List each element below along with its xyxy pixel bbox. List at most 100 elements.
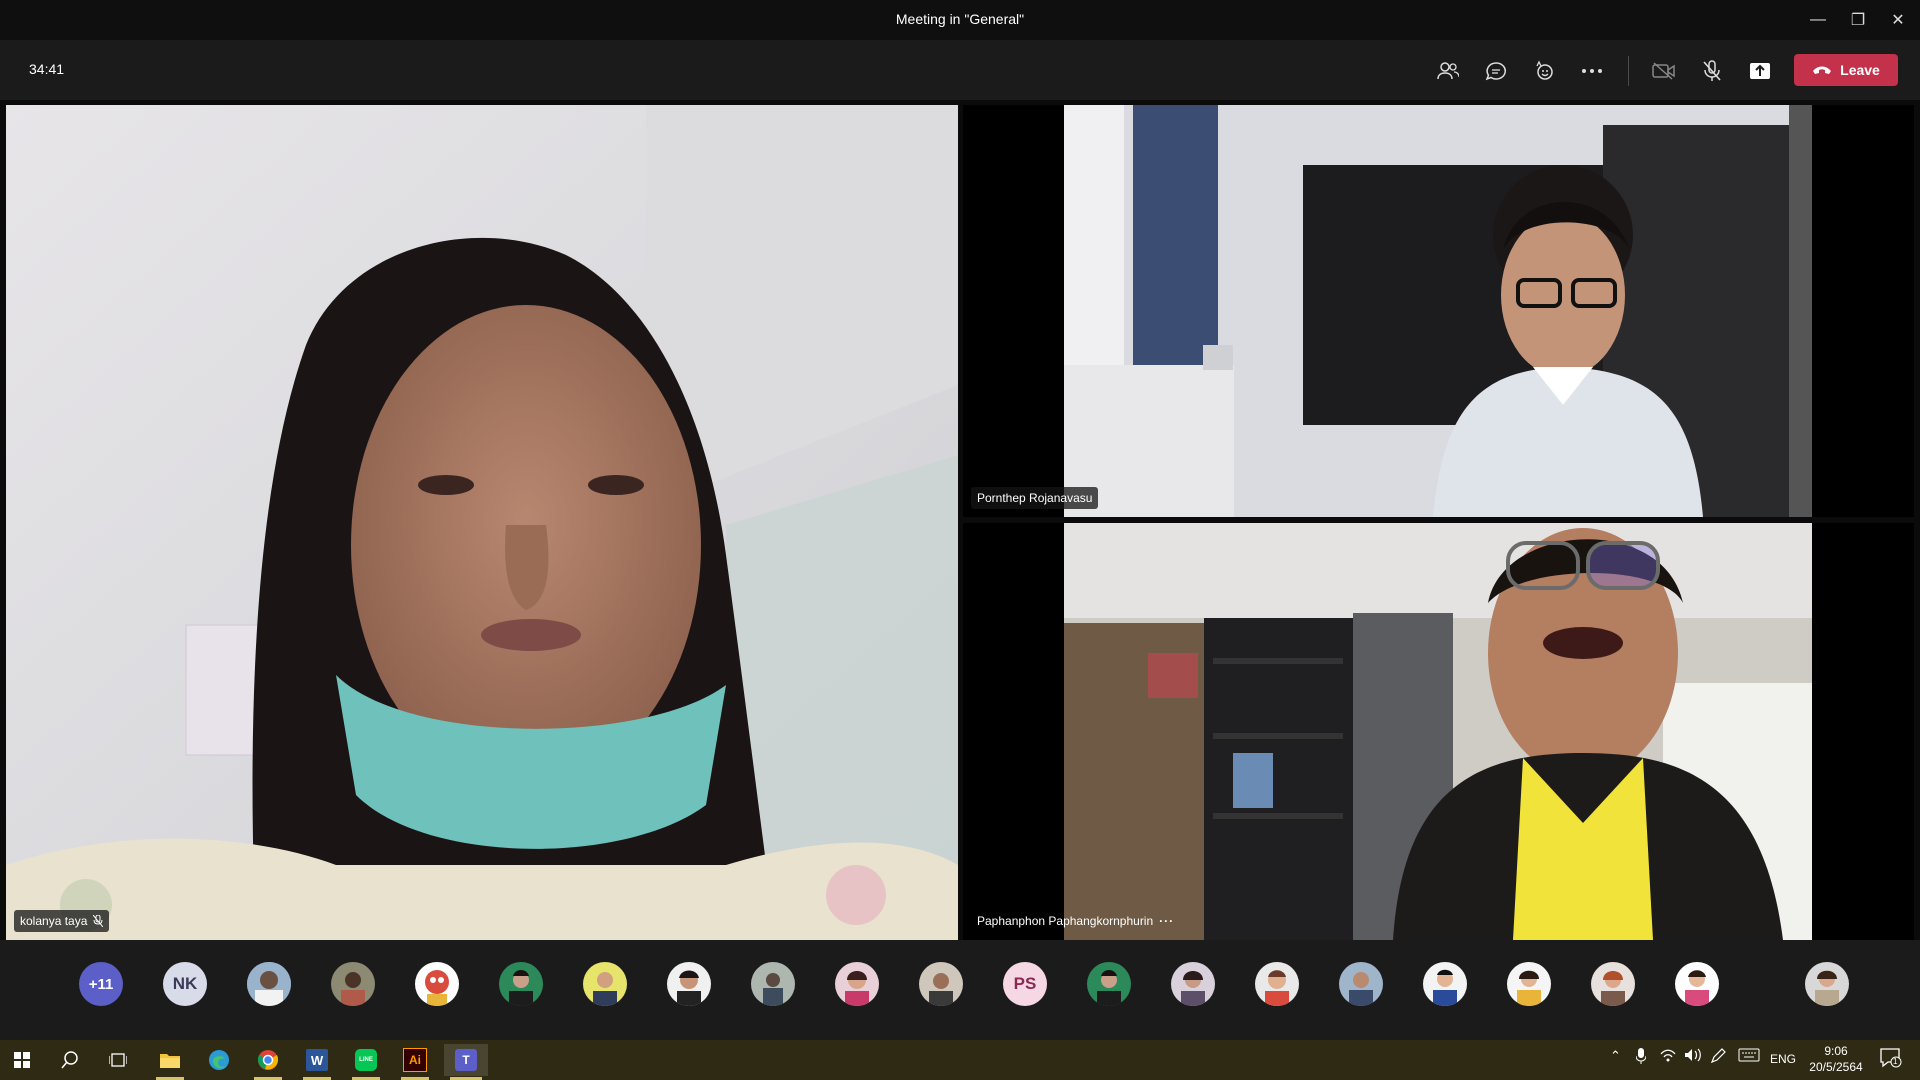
avatar-photo: [331, 962, 375, 1006]
taskbar-edge[interactable]: [199, 1044, 239, 1076]
participant-avatar[interactable]: [1171, 962, 1215, 1006]
camera-toggle-button[interactable]: [1647, 54, 1681, 88]
avatar-photo: [583, 962, 627, 1006]
restore-button[interactable]: ❐: [1838, 0, 1878, 40]
start-button[interactable]: [2, 1044, 42, 1076]
avatar-photo: [247, 962, 291, 1006]
mic-toggle-button[interactable]: [1695, 54, 1729, 88]
reactions-button[interactable]: [1527, 54, 1561, 88]
word-icon: W: [306, 1049, 328, 1071]
illustrator-icon: Ai: [403, 1048, 427, 1072]
participant-avatar[interactable]: [751, 962, 795, 1006]
network-tray-icon[interactable]: [1660, 1048, 1676, 1065]
notification-count: 1: [1893, 1057, 1898, 1066]
participant-avatar[interactable]: [583, 962, 627, 1006]
window-title: Meeting in "General": [895, 11, 1025, 27]
participant-avatar[interactable]: [247, 962, 291, 1006]
participant-name: kolanya taya: [20, 914, 88, 928]
avatar-photo: [1423, 962, 1467, 1006]
restore-icon: ❐: [1850, 12, 1866, 29]
participant-avatar[interactable]: [1087, 962, 1131, 1006]
notification-icon: [1880, 1048, 1902, 1068]
task-view-button[interactable]: [98, 1044, 138, 1076]
avatar-photo: [1805, 962, 1849, 1006]
windows-start-icon: [14, 1052, 30, 1068]
taskbar-chrome[interactable]: [248, 1044, 288, 1080]
illustrator-icon-letter: Ai: [409, 1053, 421, 1067]
participant-avatar[interactable]: [835, 962, 879, 1006]
avatar-photo: [1591, 962, 1635, 1006]
meeting-toolbar: 34:41 Leave: [0, 40, 1920, 100]
taskbar-teams[interactable]: T: [444, 1044, 488, 1080]
avatar-photo: [1171, 962, 1215, 1006]
chat-icon: [1485, 62, 1506, 81]
participant-avatar[interactable]: [499, 962, 543, 1006]
clock-date: 20/5/2564: [1809, 1060, 1863, 1074]
video-tile-kolanya-taya[interactable]: kolanya taya: [6, 105, 958, 940]
more-options-icon: [1582, 69, 1602, 73]
participant-avatar[interactable]: [1423, 962, 1467, 1006]
participant-avatar[interactable]: [331, 962, 375, 1006]
pen-tray-icon[interactable]: [1710, 1048, 1726, 1067]
line-icon: LINE: [355, 1049, 377, 1071]
more-options-icon[interactable]: ···: [1159, 914, 1174, 928]
avatar-photo: [1507, 962, 1551, 1006]
participant-name: Paphanphon Paphangkornphurin: [977, 914, 1154, 928]
chrome-icon: [257, 1050, 279, 1070]
participant-name-tag: kolanya taya: [14, 910, 110, 932]
participant-avatar[interactable]: [1507, 962, 1551, 1006]
clock-area[interactable]: 9:06 20/5/2564: [1800, 1043, 1872, 1075]
participant-avatar[interactable]: [1591, 962, 1635, 1006]
more-actions-button[interactable]: [1575, 54, 1609, 88]
microphone-tray-icon[interactable]: [1635, 1048, 1647, 1067]
avatar-photo: [751, 962, 795, 1006]
title-bar: Meeting in "General" — ❐ ✕: [0, 0, 1920, 40]
participant-avatar[interactable]: PS: [1003, 962, 1047, 1006]
volume-tray-icon[interactable]: [1684, 1048, 1702, 1065]
participant-strip: +11 NK PS: [0, 940, 1920, 1040]
keyboard-icon: [1738, 1048, 1760, 1062]
participant-avatar[interactable]: [1805, 962, 1849, 1006]
show-chat-button[interactable]: [1479, 54, 1513, 88]
participant-avatar[interactable]: [919, 962, 963, 1006]
language-label: ENG: [1770, 1052, 1797, 1066]
line-icon-letter: LINE: [359, 1057, 373, 1063]
avatar-photo: [1675, 962, 1719, 1006]
show-participants-button[interactable]: [1431, 54, 1465, 88]
muted-mic-icon: [93, 915, 104, 927]
participant-avatar[interactable]: [667, 962, 711, 1006]
participant-avatar[interactable]: [415, 962, 459, 1006]
windows-taskbar: W LINE Ai T ⌃ ENG 9:06 20/5/2564 1: [0, 1040, 1920, 1080]
video-tile-paphanphon-paphangkornphurin[interactable]: Paphanphon Paphangkornphurin ···: [963, 523, 1914, 940]
people-icon: [1437, 62, 1459, 80]
participant-avatar[interactable]: NK: [163, 962, 207, 1006]
touch-keyboard-tray-icon[interactable]: [1738, 1048, 1760, 1065]
minimize-button[interactable]: —: [1798, 0, 1838, 40]
avatar-photo: [499, 962, 543, 1006]
leave-button[interactable]: Leave: [1794, 54, 1898, 86]
show-hidden-icons-button[interactable]: ⌃: [1610, 1048, 1621, 1064]
taskbar-word[interactable]: W: [297, 1044, 337, 1080]
toolbar-divider: [1628, 56, 1629, 86]
participant-avatar[interactable]: [1339, 962, 1383, 1006]
share-screen-icon: [1750, 63, 1770, 79]
participant-avatar[interactable]: [1675, 962, 1719, 1006]
video-tile-pornthep-rojanavasu[interactable]: Pornthep Rojanavasu: [963, 105, 1914, 517]
overflow-participants-button[interactable]: +11: [79, 962, 123, 1006]
taskbar-illustrator[interactable]: Ai: [395, 1044, 435, 1080]
close-button[interactable]: ✕: [1878, 0, 1918, 40]
word-icon-letter: W: [310, 1052, 324, 1068]
mic-off-icon: [1703, 60, 1721, 81]
leave-label: Leave: [1840, 62, 1880, 78]
taskbar-file-explorer[interactable]: [150, 1044, 190, 1080]
share-content-button[interactable]: [1743, 54, 1777, 88]
avatar-photo: [919, 962, 963, 1006]
action-center-button[interactable]: 1: [1880, 1048, 1902, 1071]
search-button[interactable]: [50, 1044, 90, 1076]
task-view-icon: [109, 1053, 127, 1067]
participant-avatar[interactable]: [1255, 962, 1299, 1006]
input-language-indicator[interactable]: ENG: [1770, 1052, 1796, 1066]
video-stage: kolanya taya Pornthep Rojanavasu Paphanp…: [0, 100, 1920, 940]
taskbar-line[interactable]: LINE: [346, 1044, 386, 1080]
microphone-icon: [1635, 1048, 1647, 1064]
